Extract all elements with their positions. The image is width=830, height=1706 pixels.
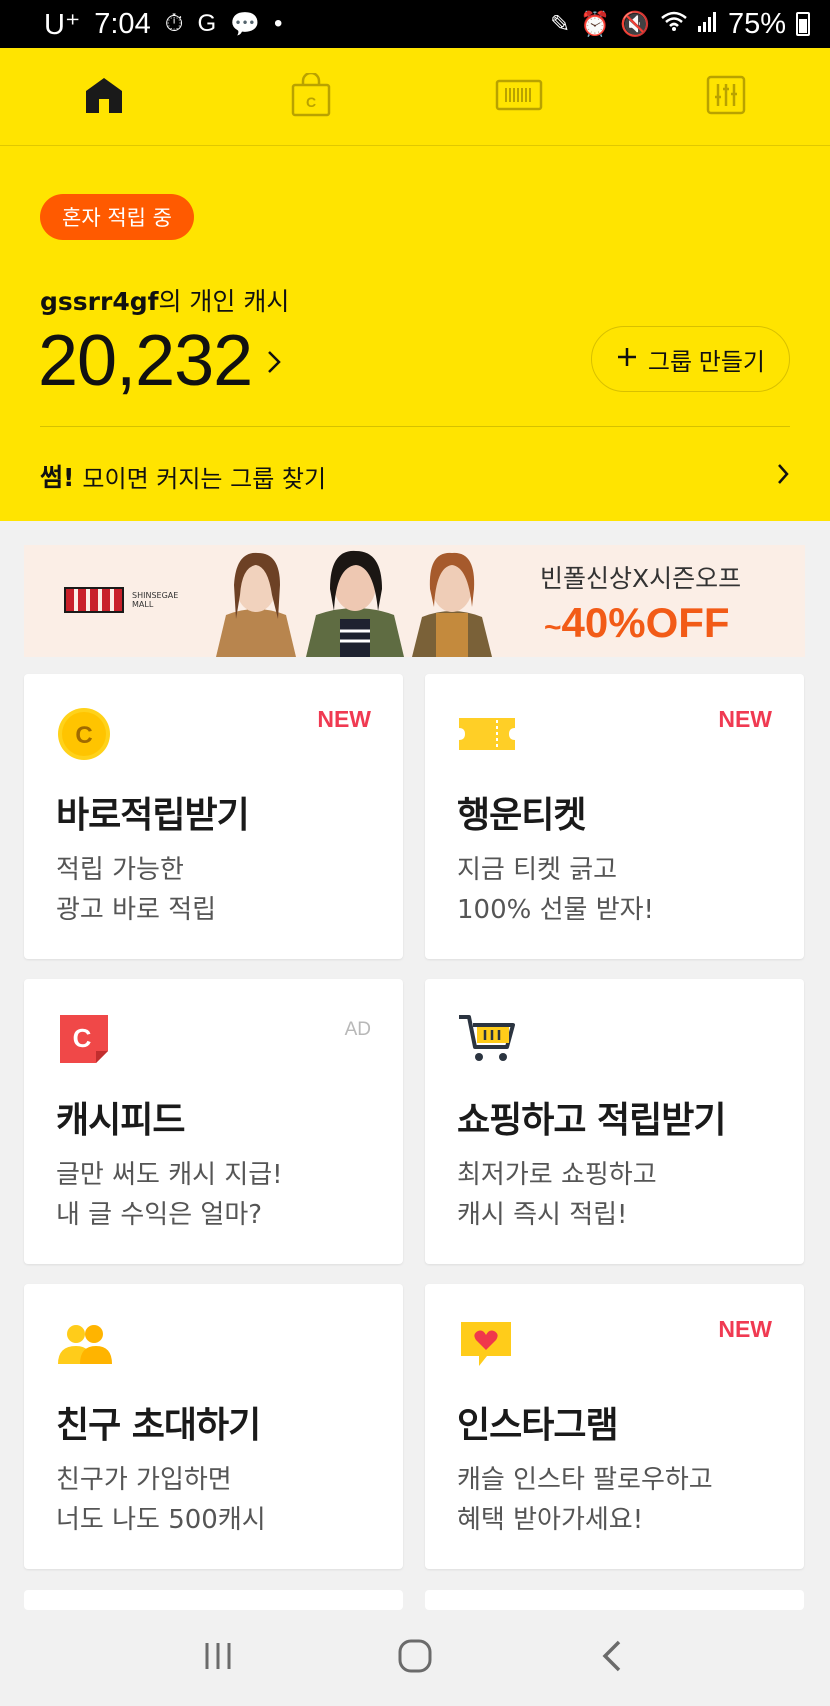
cash-owner-label: gssrr4gf의 개인 캐시 [40, 282, 289, 318]
card-title: 친구 초대하기 [56, 1405, 261, 1446]
banner-models-image [216, 550, 492, 657]
signal-icon [697, 10, 718, 39]
system-nav-bar [0, 1610, 830, 1706]
wifi-icon [660, 10, 688, 39]
pen-icon: ✎ [550, 10, 571, 38]
logo-text-2: MALL [132, 600, 154, 609]
promo-banner[interactable]: SHINSEGAE MALL 빈폴신상X시즌오프 ~40%OFF [24, 545, 805, 657]
card-partial[interactable] [425, 1590, 804, 1610]
cart-icon [457, 1011, 517, 1067]
dot-icon: • [274, 10, 283, 37]
alarm-icon: ⏰ [580, 10, 611, 38]
card-title: 쇼핑하고 적립받기 [457, 1100, 726, 1141]
status-pill: 혼자 적립 중 [40, 194, 194, 240]
home-circle-icon [397, 1638, 433, 1678]
shinsegae-logo-mark [64, 587, 124, 613]
new-badge: NEW [718, 1316, 772, 1342]
card-instant-reward[interactable]: C NEW 바로적립받기 적립 가능한 광고 바로 적립 [24, 674, 403, 959]
discount-prefix: ~ [544, 611, 562, 644]
tab-barcode[interactable] [415, 48, 623, 145]
mute-icon: 🔇 [620, 10, 650, 38]
plus-icon [616, 342, 638, 376]
card-subtitle: 캐슬 인스타 팔로우하고 혜택 받아가세요! [457, 1465, 713, 1535]
friends-icon [56, 1316, 116, 1372]
username: gssrr4gf [40, 287, 159, 316]
card-subtitle: 적립 가능한 광고 바로 적립 [56, 855, 217, 925]
tab-home[interactable] [0, 48, 208, 145]
stopwatch-icon: ⏱ [164, 10, 184, 37]
owner-suffix: 의 개인 캐시 [158, 287, 290, 316]
banner-headline: 빈폴신상X시즌오프 [540, 564, 742, 593]
carrier-label: U⁺ [44, 8, 81, 41]
cash-summary: 혼자 적립 중 gssrr4gf의 개인 캐시 20,232 그룹 만들기 썸!… [0, 146, 830, 521]
cashfeed-icon: C [56, 1011, 116, 1067]
shopping-bag-icon: C [290, 71, 332, 121]
find-group-bold: 썸! [40, 463, 75, 492]
chevron-right-icon [266, 341, 282, 386]
card-shopping-reward[interactable]: 쇼핑하고 적립받기 최저가로 쇼핑하고 캐시 즉시 적립! [425, 979, 804, 1264]
new-badge: NEW [718, 706, 772, 732]
card-cash-feed[interactable]: C AD 캐시피드 글만 써도 캐시 지급! 내 글 수익은 얼마? [24, 979, 403, 1264]
top-tab-bar: C [0, 48, 830, 146]
discount-value: 40%OFF [561, 599, 730, 646]
g-app-icon: G [197, 10, 217, 37]
balance-value: 20,232 [38, 321, 253, 401]
card-invite-friends[interactable]: 친구 초대하기 친구가 가입하면 너도 나도 500캐시 [24, 1284, 403, 1569]
clock: 7:04 [94, 7, 151, 40]
make-group-label: 그룹 만들기 [647, 348, 765, 376]
logo-text-1: SHINSEGAE [132, 591, 179, 600]
card-subtitle: 글만 써도 캐시 지급! 내 글 수익은 얼마? [56, 1160, 283, 1230]
card-subtitle: 최저가로 쇼핑하고 캐시 즉시 적립! [457, 1160, 657, 1230]
new-badge: NEW [317, 706, 371, 732]
sliders-icon [706, 75, 746, 119]
make-group-button[interactable]: 그룹 만들기 [590, 326, 790, 392]
shinsegae-logo: SHINSEGAE MALL [64, 587, 178, 613]
battery-percent: 75% [727, 7, 786, 40]
coin-icon: C [56, 706, 116, 762]
card-title: 인스타그램 [457, 1405, 619, 1446]
barcode-icon [495, 79, 543, 115]
find-group-link[interactable]: 썸! 모이면 커지는 그룹 찾기 [40, 446, 790, 506]
banner-discount: ~40%OFF [544, 599, 730, 647]
svg-text:C: C [75, 722, 92, 749]
chevron-right-icon [776, 460, 790, 493]
card-title: 바로적립받기 [56, 795, 250, 836]
svg-text:C: C [73, 1023, 92, 1053]
cash-balance[interactable]: 20,232 [38, 320, 282, 402]
back-button[interactable] [582, 1628, 642, 1688]
card-subtitle: 친구가 가입하면 너도 나도 500캐시 [56, 1465, 266, 1535]
card-subtitle: 지금 티켓 긁고 100% 선물 받자! [457, 855, 654, 925]
card-title: 캐시피드 [56, 1100, 185, 1141]
svg-text:C: C [306, 94, 316, 110]
tab-settings[interactable] [623, 48, 830, 145]
card-instagram[interactable]: NEW 인스타그램 캐슬 인스타 팔로우하고 혜택 받아가세요! [425, 1284, 804, 1569]
status-bar: U⁺ 7:04 ⏱ G 💬 • ✎ ⏰ 🔇 75% [0, 0, 830, 48]
card-title: 행운티켓 [457, 795, 586, 836]
ad-badge: AD [344, 1019, 371, 1040]
battery-icon [796, 12, 810, 36]
back-icon [601, 1639, 623, 1677]
ticket-icon [457, 706, 517, 762]
recent-apps-button[interactable] [188, 1628, 248, 1688]
find-group-text: 모이면 커지는 그룹 찾기 [82, 464, 327, 493]
home-button[interactable] [385, 1628, 445, 1688]
recent-apps-icon [201, 1641, 235, 1675]
divider [40, 426, 790, 427]
card-lucky-ticket[interactable]: NEW 행운티켓 지금 티켓 긁고 100% 선물 받자! [425, 674, 804, 959]
card-partial[interactable] [24, 1590, 403, 1610]
heart-message-icon [457, 1316, 517, 1372]
tab-shop[interactable]: C [208, 48, 416, 145]
chat-bubble-icon: 💬 [230, 10, 260, 38]
home-icon [82, 75, 126, 119]
